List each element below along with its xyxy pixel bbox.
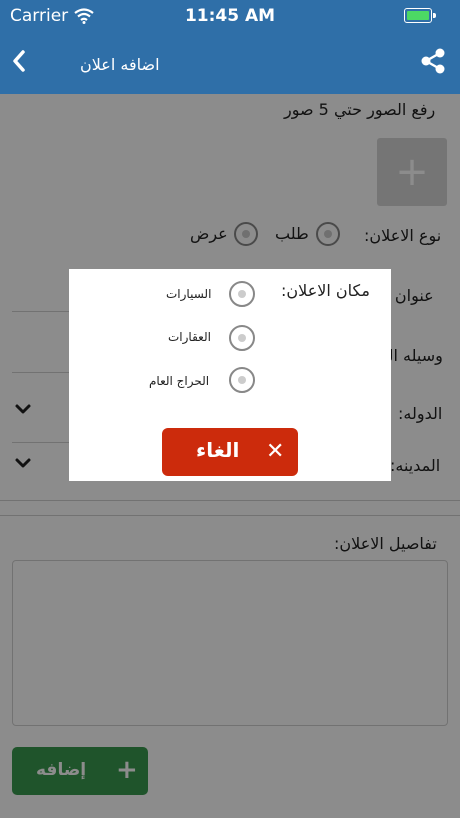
close-icon: ✕ [266,439,285,464]
radio-cars[interactable] [229,281,255,307]
battery-icon [404,8,436,23]
option-real-estate-label: العقارات [168,330,211,344]
cancel-button-label: الغاء [196,438,240,462]
status-time: 11:45 AM [184,6,276,26]
ad-location-dialog: مكان الاعلان: السيارات العقارات الحراج ا… [69,269,391,481]
dialog-title: مكان الاعلان: [281,281,370,300]
chevron-left-icon [13,50,25,72]
option-cars-label: السيارات [166,287,212,301]
option-general-market-label: الحراج العام [149,374,210,388]
nav-bar: اضافه اعلان [0,32,460,94]
cancel-button[interactable]: ✕ الغاء [162,428,298,476]
status-bar: Carrier 11:45 AM [0,0,460,32]
back-button[interactable] [10,48,28,78]
share-button[interactable] [418,46,448,80]
share-icon [421,48,445,74]
page-title: اضافه اعلان [80,55,160,74]
radio-general-market[interactable] [229,367,255,393]
radio-real-estate[interactable] [229,325,255,351]
